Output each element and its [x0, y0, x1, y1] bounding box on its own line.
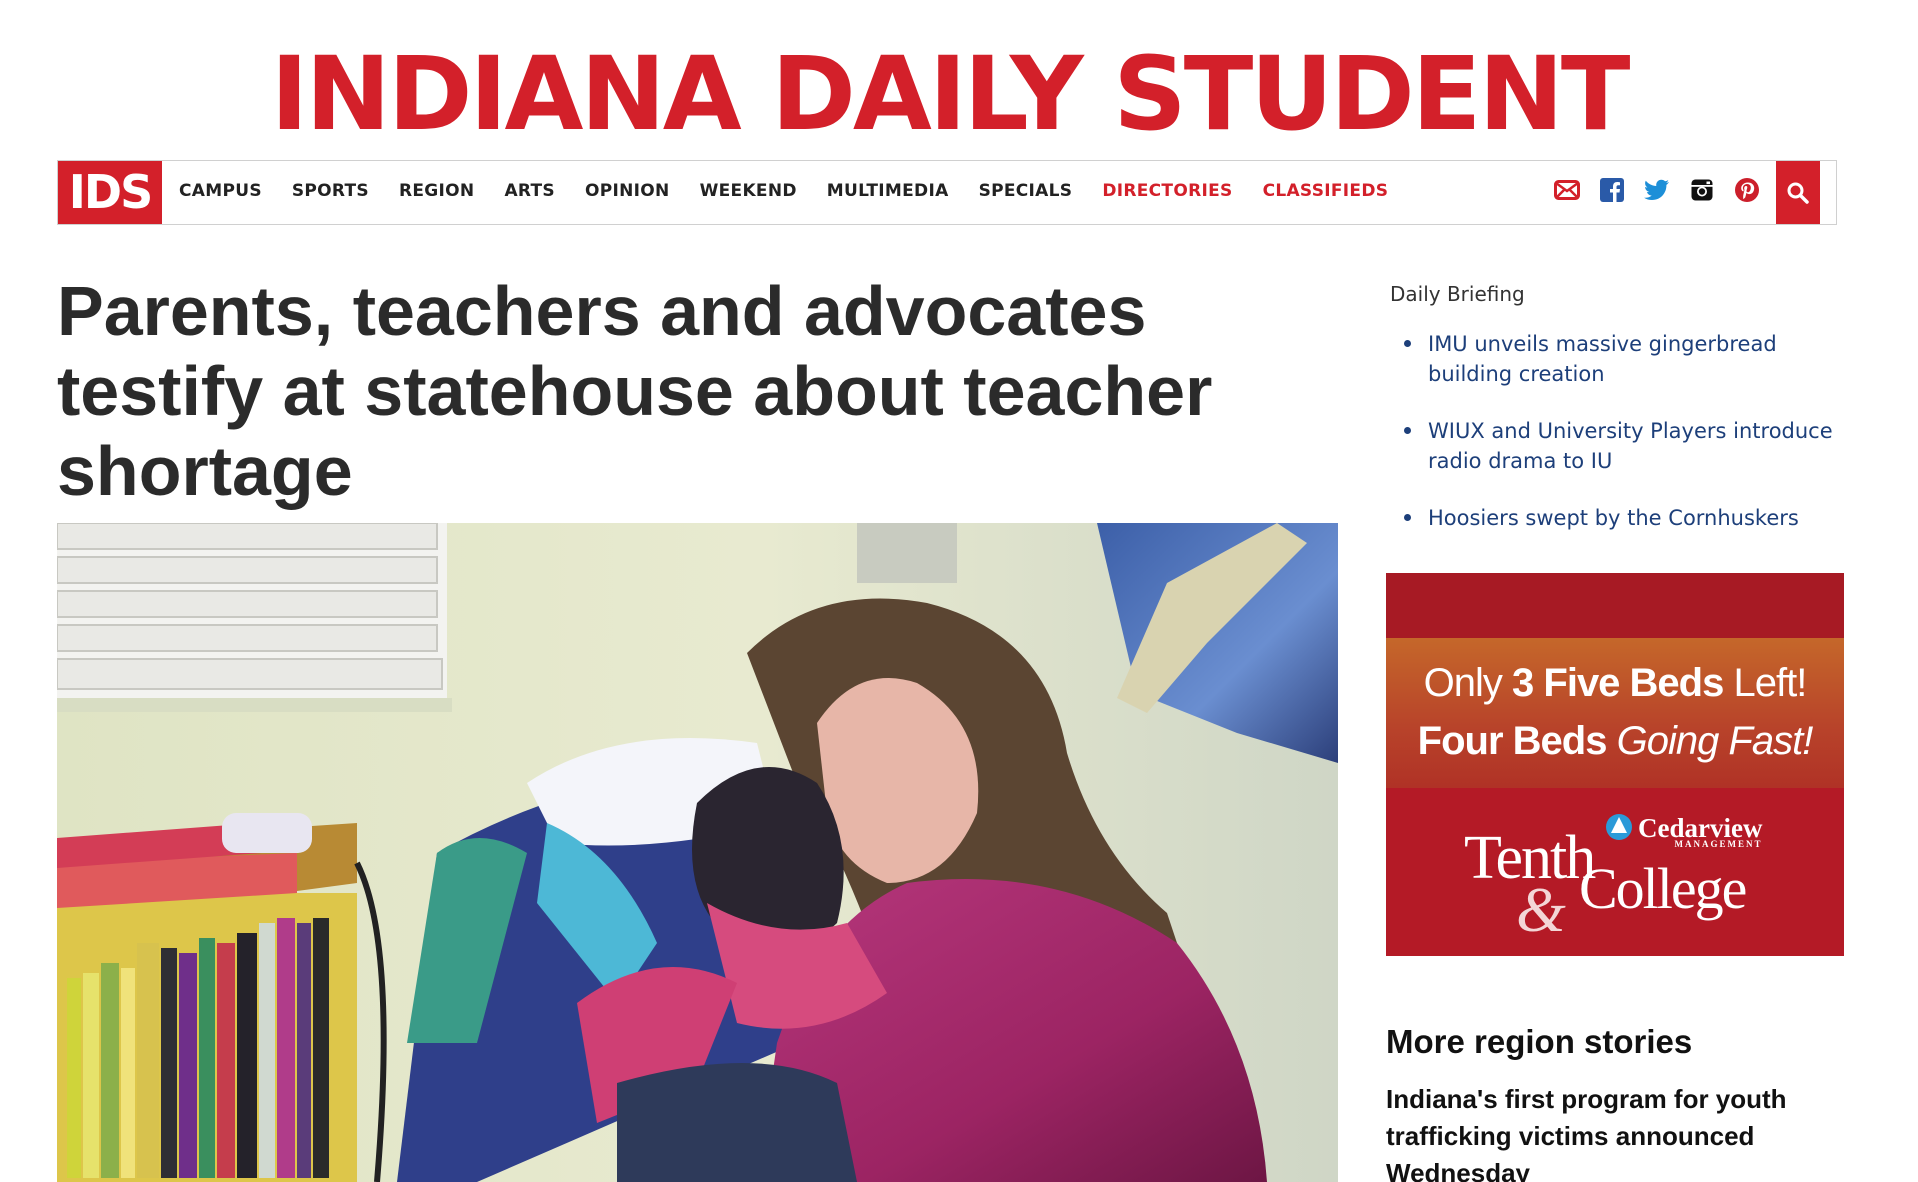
ad-college: College	[1579, 856, 1747, 921]
briefing-link[interactable]: IMU unveils massive gingerbread building…	[1428, 332, 1777, 386]
ad-text-only: Only	[1423, 661, 1503, 705]
facebook-icon[interactable]	[1597, 175, 1627, 205]
nav-item-arts[interactable]: ARTS	[504, 181, 555, 201]
ad-brand: Cedarview MANAGEMENT	[1638, 813, 1762, 849]
briefing-link[interactable]: Hoosiers swept by the Cornhuskers	[1428, 506, 1799, 530]
nav-item-directories[interactable]: DIRECTORIES	[1102, 181, 1232, 201]
nav-bar: IDS CAMPUS SPORTS REGION ARTS OPINION WEEKEND…	[57, 160, 1837, 225]
nav-item-specials[interactable]: SPECIALS	[979, 181, 1073, 201]
more-region-stories: More region stories Indiana's first prog…	[1386, 1023, 1856, 1182]
email-icon[interactable]	[1552, 175, 1582, 205]
briefing-item: WIUX and University Players introduce ra…	[1400, 416, 1860, 476]
ad-text-four-beds: Four Beds	[1417, 719, 1608, 763]
instagram-icon[interactable]	[1687, 175, 1717, 205]
briefing-item: Hoosiers swept by the Cornhuskers	[1400, 503, 1860, 533]
search-button[interactable]	[1776, 161, 1820, 224]
nav-item-campus[interactable]: CAMPUS	[179, 181, 262, 201]
daily-briefing: Daily Briefing IMU unveils massive ginge…	[1390, 282, 1860, 560]
social-links	[1552, 175, 1777, 205]
nav-item-classifieds[interactable]: CLASSIFIEDS	[1263, 181, 1389, 201]
ad-text-going-fast: Going Fast!	[1616, 719, 1814, 763]
cedarview-logo-icon	[1606, 814, 1632, 840]
nav-item-weekend[interactable]: WEEKEND	[700, 181, 797, 201]
article-photo[interactable]	[57, 523, 1338, 1182]
advertisement-banner[interactable]: Only 3 Five Beds Left! Four Beds Going F…	[1386, 573, 1844, 956]
search-icon	[1787, 182, 1809, 204]
ad-headline-1: Only 3 Five Beds Left!	[1386, 661, 1844, 706]
briefing-title: Daily Briefing	[1390, 282, 1525, 306]
pinterest-icon[interactable]	[1732, 175, 1762, 205]
nav-item-region[interactable]: REGION	[399, 181, 474, 201]
briefing-item: IMU unveils massive gingerbread building…	[1400, 329, 1860, 389]
ad-ampersand: &	[1516, 874, 1566, 945]
ad-text-left: Left!	[1733, 661, 1807, 705]
ids-logo[interactable]: IDS	[58, 161, 162, 224]
ad-top-band	[1386, 573, 1844, 638]
ad-text-beds-left: 3 Five Beds	[1512, 661, 1724, 705]
more-stories-title: More region stories	[1386, 1023, 1693, 1060]
more-story-link[interactable]: Indiana's first program for youth traffi…	[1386, 1081, 1856, 1182]
nav-item-sports[interactable]: SPORTS	[292, 181, 369, 201]
article-headline: Parents, teachers and advocates testify …	[57, 272, 1213, 510]
briefing-link[interactable]: WIUX and University Players introduce ra…	[1428, 419, 1833, 473]
nav-menu: CAMPUS SPORTS REGION ARTS OPINION WEEKEND MULT…	[179, 161, 1418, 224]
masthead-title[interactable]: INDIANA DAILY STUDENT	[0, 40, 1918, 150]
nav-item-opinion[interactable]: OPINION	[585, 181, 670, 201]
nav-item-multimedia[interactable]: MULTIMEDIA	[827, 181, 949, 201]
twitter-icon[interactable]	[1642, 175, 1672, 205]
ad-headline-2: Four Beds Going Fast!	[1386, 719, 1844, 764]
